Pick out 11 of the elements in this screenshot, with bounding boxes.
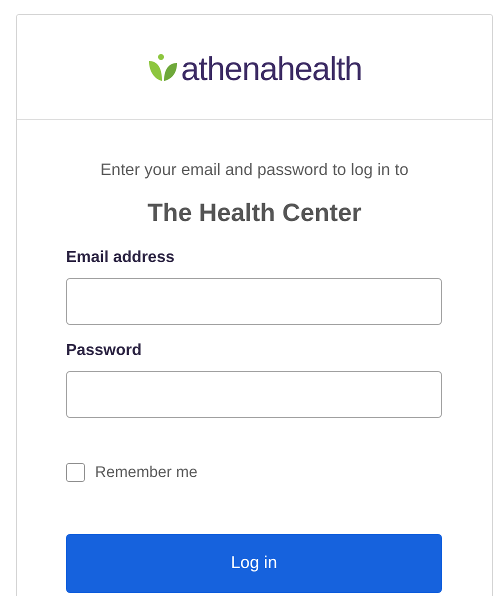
field-label: Email address	[66, 248, 176, 268]
prompt-text: Enter your email and password to log in to	[99, 160, 410, 181]
input-field[interactable]	[66, 278, 442, 326]
field-label: Password	[66, 341, 143, 362]
leaf-icon	[147, 53, 180, 83]
remember-label: Remember me	[95, 463, 198, 484]
input-field[interactable]	[66, 371, 442, 418]
login-button[interactable]: Log in	[66, 534, 442, 592]
logo-text: athenahealth	[181, 52, 362, 84]
organization-title: The Health Center	[146, 198, 362, 229]
remember-checkbox[interactable]	[66, 463, 85, 482]
